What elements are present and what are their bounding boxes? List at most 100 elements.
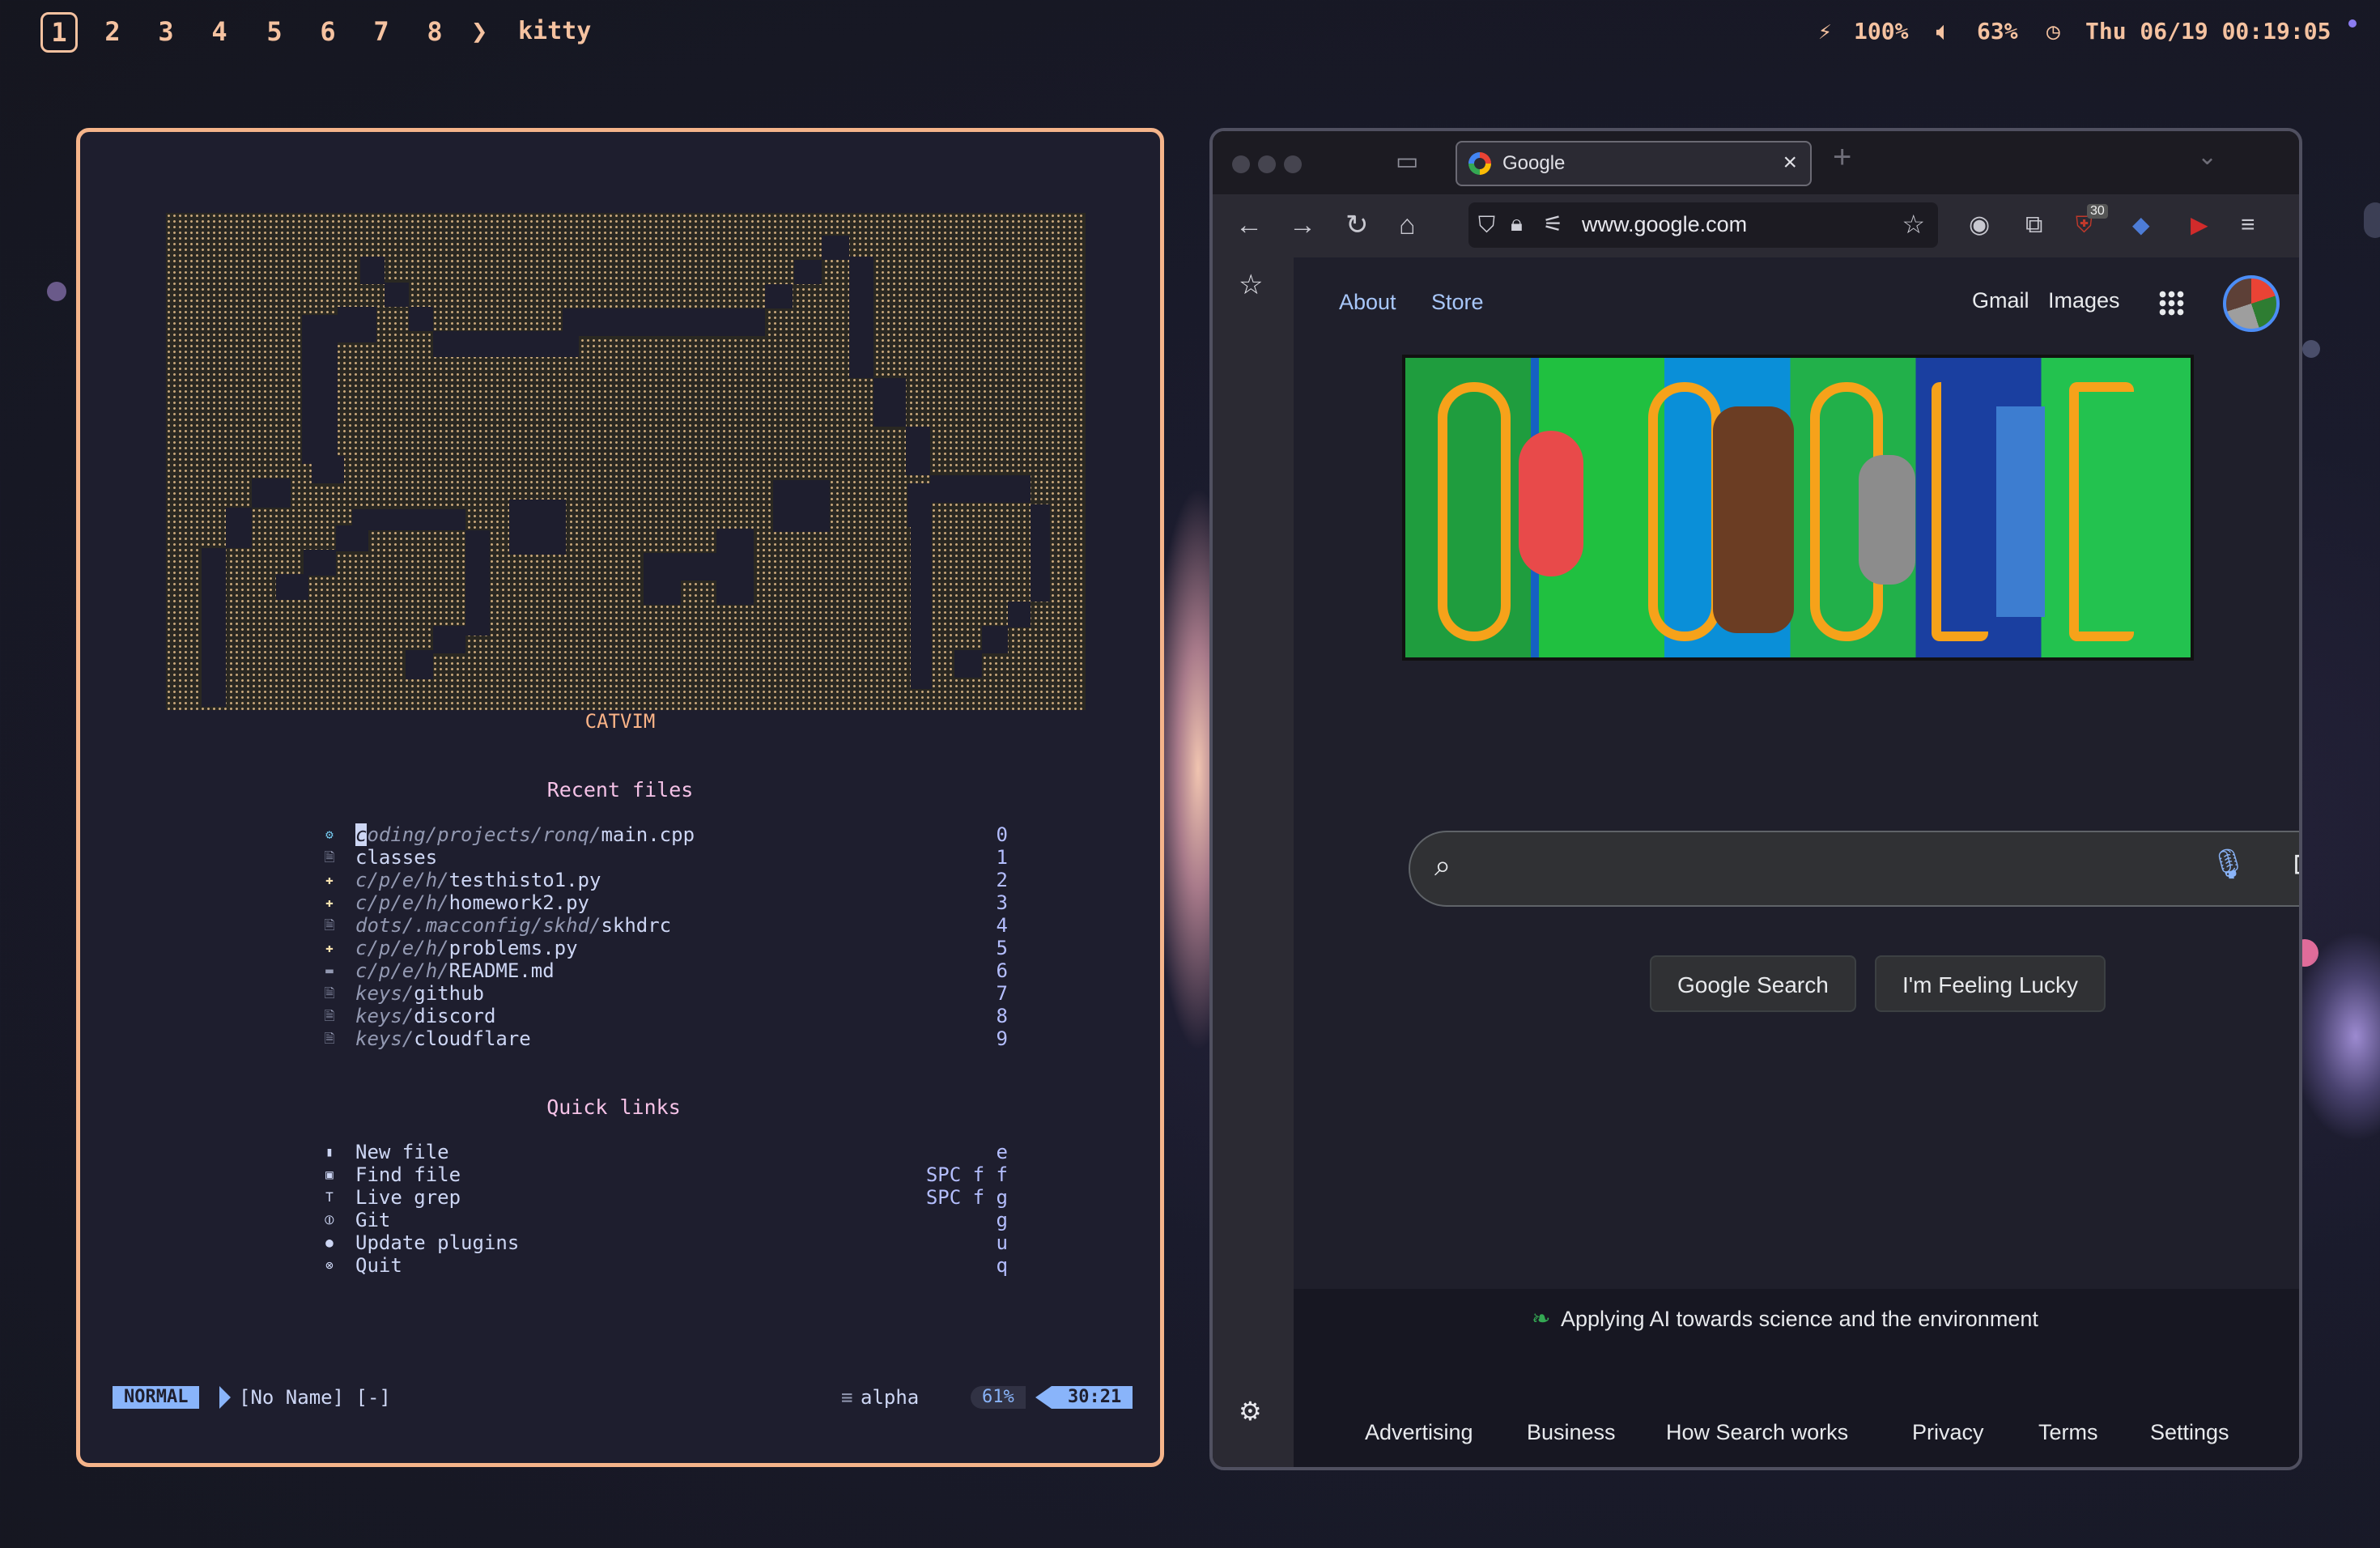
quick-link-live-grep[interactable]: T Live grep SPC f g	[320, 1186, 1008, 1209]
file-icon: 🗎	[324, 1008, 335, 1023]
address-bar[interactable]: ⛉ 🔒︎ ⚟ www.google.com ☆	[1468, 202, 1938, 248]
promo-text[interactable]: Applying AI towards science and the envi…	[1561, 1307, 2038, 1332]
store-link[interactable]: Store	[1431, 290, 1484, 315]
workspace-7[interactable]: 7	[363, 11, 400, 52]
workspace-1[interactable]: 1	[40, 12, 78, 53]
gmail-link[interactable]: Gmail	[1972, 288, 2029, 313]
quick-link-new-file[interactable]: ▮ New file e	[320, 1141, 1008, 1163]
google-search-button[interactable]: Google Search	[1650, 955, 1856, 1012]
tab-strip: ▭ Google × + ⌄	[1213, 131, 2299, 194]
update-icon: ●	[325, 1235, 334, 1250]
text-icon: T	[325, 1189, 334, 1205]
scroll-percent: 61%	[971, 1386, 1026, 1409]
recent-file-7[interactable]: 🗎 keys/github 7	[320, 982, 1008, 1005]
reload-icon[interactable]: ↻	[1345, 207, 1369, 243]
lock-icon[interactable]: 🔒︎	[1511, 211, 1523, 237]
shield-icon[interactable]: ⛉	[1478, 212, 1495, 239]
search-icon: ⌕	[1434, 848, 1451, 882]
footer-terms[interactable]: Terms	[2038, 1420, 2098, 1445]
home-icon[interactable]: ⌂	[1399, 207, 1416, 243]
git-icon: ⦶	[325, 1212, 334, 1227]
file-icon: 🗎	[324, 849, 335, 865]
video-extension-icon[interactable]: ▶	[2191, 207, 2208, 243]
avatar[interactable]	[2223, 275, 2280, 332]
recent-file-8[interactable]: 🗎 keys/discord 8	[320, 1005, 1008, 1027]
forward-icon[interactable]: →	[1289, 207, 1316, 243]
about-link[interactable]: About	[1339, 290, 1396, 315]
wallpaper-planet	[2302, 340, 2320, 358]
browser-window[interactable]: ▭ Google × + ⌄ ← → ↻ ⌂ ⛉ 🔒︎ ⚟ www.google…	[1209, 128, 2302, 1470]
account-icon[interactable]: ◉	[1969, 207, 1990, 243]
list-tabs-icon[interactable]: ⌄	[2197, 142, 2217, 171]
microphone-icon[interactable]: 🎙︎	[2210, 847, 2247, 881]
tab-title: Google	[1502, 152, 1566, 174]
workspace-8[interactable]: 8	[416, 11, 453, 52]
quick-link-git[interactable]: ⦶ Git g	[320, 1209, 1008, 1231]
footer-how-search-works[interactable]: How Search works	[1666, 1420, 1848, 1445]
lightning-icon: ⚡	[1818, 18, 1832, 45]
footer-privacy[interactable]: Privacy	[1912, 1420, 1984, 1445]
filetype-icon: ≡	[841, 1386, 853, 1409]
google-doodle[interactable]	[1402, 355, 2194, 661]
search-input[interactable]: ⌕ 🎙︎ ⊡	[1409, 831, 2299, 907]
footer-settings[interactable]: Settings	[2150, 1420, 2229, 1445]
workspace-4[interactable]: 4	[201, 11, 238, 52]
camera-search-icon[interactable]: ⊡	[2293, 847, 2299, 881]
recent-file-3[interactable]: ✚ c/p/e/h/homework2.py 3	[320, 891, 1008, 914]
terminal-window[interactable]: CATVIM Recent files ⚙ coding/projects/ro…	[76, 128, 1164, 1467]
bookmark-star-icon[interactable]: ☆	[1902, 209, 1925, 240]
footer-advertising[interactable]: Advertising	[1365, 1420, 1473, 1445]
recent-file-1[interactable]: 🗎 classes 1	[320, 846, 1008, 869]
filetype: alpha	[861, 1386, 920, 1409]
file-icon: 🗎	[324, 917, 335, 933]
back-icon[interactable]: ←	[1235, 207, 1263, 243]
feeling-lucky-button[interactable]: I'm Feeling Lucky	[1875, 955, 2106, 1012]
footer-business[interactable]: Business	[1527, 1420, 1616, 1445]
text-cursor: c	[355, 823, 368, 846]
tab-google[interactable]: Google ×	[1456, 141, 1812, 186]
recent-file-0[interactable]: ⚙ coding/projects/ronq/main.cpp 0	[320, 823, 1008, 846]
top-status-bar: 1 2 3 4 5 6 7 8 ❯ kitty ⚡ 100% 🔈︎ 63% ◷ …	[0, 0, 2380, 65]
close-tab-icon[interactable]: ×	[1783, 149, 1797, 176]
quick-link-update-plugins[interactable]: ● Update plugins u	[320, 1231, 1008, 1254]
url-text[interactable]: www.google.com	[1582, 212, 1747, 237]
catvim-ascii-banner	[166, 213, 1086, 710]
sidebar-settings-gear-icon[interactable]: ⚙	[1239, 1396, 1262, 1427]
new-file-icon: ▮	[325, 1144, 334, 1159]
zoom-window-button[interactable]	[1284, 155, 1302, 173]
extensions-icon[interactable]: ⧉	[2025, 207, 2042, 243]
close-window-button[interactable]	[1232, 155, 1250, 173]
recent-file-5[interactable]: ✚ c/p/e/h/problems.py 5	[320, 937, 1008, 959]
minimize-window-button[interactable]	[1258, 155, 1276, 173]
browser-sidebar: ☆ ⚙	[1213, 257, 1294, 1467]
ublock-badge: 30	[2087, 204, 2108, 219]
recent-files-heading: Recent files	[546, 778, 694, 802]
cpp-file-icon: ⚙	[325, 827, 334, 842]
new-tab-button[interactable]: +	[1833, 139, 1851, 176]
bitwarden-icon[interactable]: ◆	[2132, 207, 2150, 243]
quick-link-find-file[interactable]: ▣ Find file SPC f f	[320, 1163, 1008, 1186]
menu-icon[interactable]: ≡	[2241, 207, 2255, 243]
quick-link-quit[interactable]: ⊗ Quit q	[320, 1254, 1008, 1277]
workspace-5[interactable]: 5	[256, 11, 293, 52]
workspace-3[interactable]: 3	[147, 11, 185, 52]
volume-level: 63%	[1977, 18, 2018, 45]
doodle-figure	[1519, 431, 1583, 576]
google-favicon-icon	[1468, 152, 1491, 175]
images-link[interactable]: Images	[2048, 288, 2120, 313]
recent-file-6[interactable]: ▬ c/p/e/h/README.md 6	[320, 959, 1008, 982]
google-homepage: About Store Gmail Images ⋖ ⌕ 🎙︎ ⊡ Google…	[1294, 257, 2299, 1467]
workspace-2[interactable]: 2	[94, 11, 131, 52]
recent-file-2[interactable]: ✚ c/p/e/h/testhisto1.py 2	[320, 869, 1008, 891]
recent-file-4[interactable]: 🗎 dots/.macconfig/skhd/skhdrc 4	[320, 914, 1008, 937]
recent-file-9[interactable]: 🗎 keys/cloudflare 9	[320, 1027, 1008, 1050]
google-apps-grid-icon[interactable]	[2158, 290, 2184, 316]
tab-overview-icon[interactable]: ▭	[1396, 147, 1418, 176]
workspace-6[interactable]: 6	[309, 11, 346, 52]
quick-links-heading: Quick links	[546, 1095, 681, 1119]
navigation-toolbar: ← → ↻ ⌂ ⛉ 🔒︎ ⚟ www.google.com ☆ ◉ ⧉ ⛨ 30…	[1213, 194, 2299, 257]
sidebar-bookmarks-star-icon[interactable]: ☆	[1239, 269, 1263, 301]
permissions-icon[interactable]: ⚟	[1543, 211, 1563, 237]
quit-icon: ⊗	[325, 1257, 334, 1273]
clock-text: Thu 06/19 00:19:05	[2085, 18, 2331, 45]
